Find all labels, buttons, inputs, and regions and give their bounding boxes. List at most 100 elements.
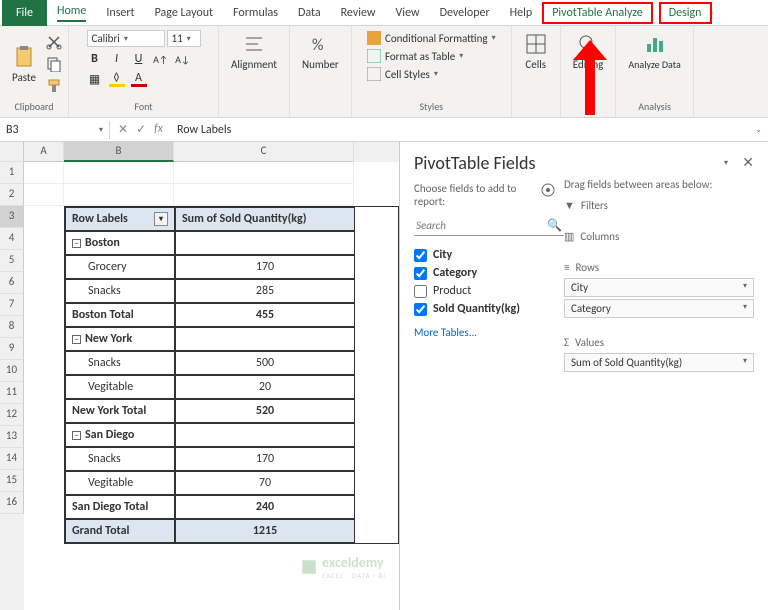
col-header[interactable]: C bbox=[174, 142, 354, 162]
paste-button[interactable]: Paste bbox=[6, 43, 42, 86]
pivot-value-cell[interactable]: 500 bbox=[175, 351, 355, 375]
tab-developer[interactable]: Developer bbox=[430, 2, 500, 24]
enter-icon[interactable]: ✓ bbox=[136, 122, 146, 137]
collapse-icon[interactable]: − bbox=[72, 335, 81, 344]
tab-formulas[interactable]: Formulas bbox=[223, 2, 288, 24]
row-header[interactable]: 14 bbox=[0, 448, 24, 470]
border-button[interactable]: ▦ bbox=[87, 71, 103, 87]
pivot-subtotal[interactable]: Boston Total bbox=[65, 303, 175, 327]
pivot-value-cell[interactable] bbox=[175, 423, 355, 447]
editing-button[interactable]: Editing bbox=[567, 30, 610, 73]
pivot-grand-total[interactable]: Grand Total bbox=[65, 519, 175, 543]
row-header[interactable]: 15 bbox=[0, 470, 24, 492]
pivot-group[interactable]: −Boston bbox=[65, 231, 175, 255]
underline-button[interactable]: U bbox=[131, 51, 147, 67]
pivot-subtotal[interactable]: San Diego Total bbox=[65, 495, 175, 519]
font-name-select[interactable]: Calibri▾ bbox=[87, 30, 165, 47]
worksheet[interactable]: 1 2 3 4 5 6 7 8 9 10 11 12 13 14 15 16 A… bbox=[0, 142, 400, 610]
pivot-item[interactable]: Grocery bbox=[65, 255, 175, 279]
row-header[interactable]: 2 bbox=[0, 184, 24, 206]
field-search[interactable]: 🔍 bbox=[414, 216, 564, 236]
tab-view[interactable]: View bbox=[386, 2, 430, 24]
row-header[interactable]: 7 bbox=[0, 294, 24, 316]
cell-styles-button[interactable]: Cell Styles▾ bbox=[365, 66, 498, 82]
pivot-value-cell[interactable]: 70 bbox=[175, 471, 355, 495]
tab-file[interactable]: File bbox=[2, 0, 47, 26]
expand-fbar-icon[interactable]: ⌄ bbox=[749, 125, 768, 135]
pivot-value-cell[interactable]: 240 bbox=[175, 495, 355, 519]
conditional-formatting-button[interactable]: Conditional Formatting▾ bbox=[365, 30, 498, 46]
columns-area[interactable]: ▥Columns bbox=[564, 230, 754, 243]
tab-help[interactable]: Help bbox=[500, 2, 543, 24]
fx-icon[interactable]: fx bbox=[154, 122, 163, 137]
pivot-value-cell[interactable]: 170 bbox=[175, 255, 355, 279]
values-item[interactable]: Sum of Sold Quantity(kg)▾ bbox=[564, 353, 754, 372]
name-box[interactable]: B3▾ bbox=[0, 121, 110, 139]
row-header[interactable]: 11 bbox=[0, 382, 24, 404]
pivot-table[interactable]: Row Labels▾ Sum of Sold Quantity(kg) −Bo… bbox=[64, 206, 399, 544]
row-header[interactable]: 16 bbox=[0, 492, 24, 514]
format-as-table-button[interactable]: Format as Table▾ bbox=[365, 48, 498, 64]
pivot-value-cell[interactable]: 285 bbox=[175, 279, 355, 303]
pivot-value-cell[interactable]: 20 bbox=[175, 375, 355, 399]
row-header[interactable]: 4 bbox=[0, 228, 24, 250]
increase-font-icon[interactable]: A↑ bbox=[153, 51, 169, 67]
pivot-group[interactable]: −New York bbox=[65, 327, 175, 351]
alignment-button[interactable]: Alignment bbox=[225, 30, 283, 73]
rows-area[interactable]: ≡Rows City▾ Category▾ bbox=[564, 261, 754, 318]
analyze-data-button[interactable]: Analyze Data bbox=[622, 30, 686, 73]
checkbox[interactable] bbox=[414, 267, 427, 280]
tab-review[interactable]: Review bbox=[331, 2, 386, 24]
pivot-item[interactable]: Snacks bbox=[65, 447, 175, 471]
row-header[interactable]: 12 bbox=[0, 404, 24, 426]
chevron-right-icon[interactable]: › bbox=[712, 8, 715, 18]
bold-button[interactable]: B bbox=[87, 51, 103, 67]
font-size-select[interactable]: 11▾ bbox=[167, 30, 201, 47]
pivot-item[interactable]: Vegitable bbox=[65, 471, 175, 495]
row-header[interactable]: 13 bbox=[0, 426, 24, 448]
pane-dropdown-icon[interactable]: ▾ bbox=[724, 158, 728, 168]
gear-icon[interactable] bbox=[538, 180, 558, 200]
row-header[interactable]: 9 bbox=[0, 338, 24, 360]
pivot-value-cell[interactable]: 1215 bbox=[175, 519, 355, 543]
filter-dropdown-icon[interactable]: ▾ bbox=[154, 212, 168, 226]
row-header[interactable]: 5 bbox=[0, 250, 24, 272]
collapse-icon[interactable]: − bbox=[72, 431, 81, 440]
fill-color-button[interactable]: ◊ bbox=[109, 71, 125, 87]
pivot-value-cell[interactable] bbox=[175, 231, 355, 255]
checkbox[interactable] bbox=[414, 303, 427, 316]
tab-page-layout[interactable]: Page Layout bbox=[145, 2, 223, 24]
pivot-row-labels-header[interactable]: Row Labels▾ bbox=[65, 207, 175, 231]
tab-home[interactable]: Home bbox=[47, 0, 96, 26]
row-header[interactable]: 8 bbox=[0, 316, 24, 338]
checkbox[interactable] bbox=[414, 285, 427, 298]
rows-item[interactable]: City▾ bbox=[564, 278, 754, 297]
cut-icon[interactable] bbox=[46, 34, 62, 50]
decrease-font-icon[interactable]: A↓ bbox=[175, 51, 191, 67]
pivot-item[interactable]: Snacks bbox=[65, 351, 175, 375]
tab-insert[interactable]: Insert bbox=[96, 2, 144, 24]
cells-button[interactable]: Cells bbox=[518, 30, 554, 73]
pivot-subtotal[interactable]: New York Total bbox=[65, 399, 175, 423]
col-header[interactable]: A bbox=[24, 142, 64, 162]
col-header[interactable]: B bbox=[64, 142, 174, 162]
tab-design[interactable]: Design bbox=[659, 2, 712, 24]
search-input[interactable] bbox=[416, 218, 547, 233]
pivot-item[interactable]: Vegitable bbox=[65, 375, 175, 399]
pivot-value-cell[interactable]: 170 bbox=[175, 447, 355, 471]
pivot-value-cell[interactable] bbox=[175, 327, 355, 351]
checkbox[interactable] bbox=[414, 249, 427, 262]
tab-data[interactable]: Data bbox=[288, 2, 331, 24]
rows-item[interactable]: Category▾ bbox=[564, 299, 754, 318]
font-color-button[interactable]: A bbox=[131, 71, 147, 87]
collapse-icon[interactable]: − bbox=[72, 239, 81, 248]
tab-pivottable-analyze[interactable]: PivotTable Analyze bbox=[542, 2, 653, 24]
close-icon[interactable]: ✕ bbox=[742, 154, 754, 171]
values-area[interactable]: ΣValues Sum of Sold Quantity(kg)▾ bbox=[564, 336, 754, 372]
row-header[interactable]: 10 bbox=[0, 360, 24, 382]
pivot-group[interactable]: −San Diego bbox=[65, 423, 175, 447]
cancel-icon[interactable]: ✕ bbox=[118, 122, 128, 137]
row-header[interactable]: 3 bbox=[0, 206, 24, 228]
number-button[interactable]: % Number bbox=[296, 30, 345, 73]
filters-area[interactable]: ▼Filters bbox=[564, 199, 754, 212]
